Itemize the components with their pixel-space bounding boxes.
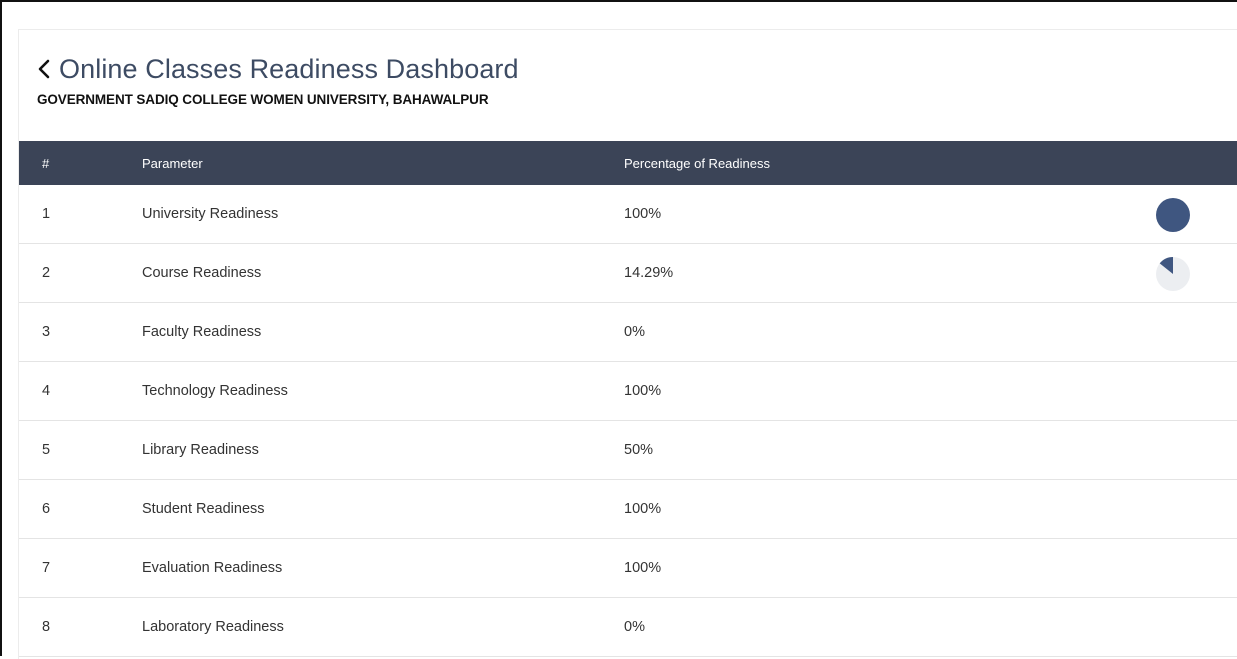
parameter-name: Technology Readiness — [142, 383, 288, 399]
parameter-name: University Readiness — [142, 206, 279, 222]
row-number: 6 — [42, 501, 51, 517]
row-number: 2 — [42, 265, 51, 281]
title-row: Online Classes Readiness Dashboard — [37, 52, 519, 86]
row-number: 3 — [42, 324, 51, 340]
table-row: 4 Technology Readiness 100% — [19, 362, 1237, 421]
readiness-percentage: 100% — [624, 383, 662, 399]
page-title: Online Classes Readiness Dashboard — [59, 53, 519, 84]
column-header-percentage: Percentage of Readiness — [624, 155, 770, 171]
parameter-name: Evaluation Readiness — [142, 560, 283, 576]
parameter-name: Library Readiness — [142, 442, 259, 458]
table-row: 6 Student Readiness 100% — [19, 480, 1237, 539]
table-row: 5 Library Readiness 50% — [19, 421, 1237, 480]
table-row: 2 Course Readiness 14.29% — [19, 244, 1237, 303]
readiness-percentage: 100% — [624, 206, 662, 222]
readiness-pie-chart — [1156, 257, 1190, 291]
readiness-pie-chart — [1156, 198, 1190, 232]
readiness-percentage: 0% — [624, 324, 645, 340]
row-number: 5 — [42, 442, 51, 458]
window-frame: Online Classes Readiness Dashboard GOVER… — [0, 0, 1237, 659]
dashboard-card: Online Classes Readiness Dashboard GOVER… — [18, 29, 1237, 659]
table-row: 7 Evaluation Readiness 100% — [19, 539, 1237, 598]
chevron-left-icon-svg — [38, 59, 50, 79]
parameter-name: Faculty Readiness — [142, 324, 262, 340]
row-number: 7 — [42, 560, 51, 576]
parameter-name: Laboratory Readiness — [142, 619, 284, 635]
table-body: 1 University Readiness 100% 2 Course Readine… — [19, 185, 1237, 657]
row-number: 4 — [42, 383, 51, 399]
readiness-percentage: 14.29% — [624, 265, 674, 281]
readiness-percentage: 0% — [624, 619, 645, 635]
pie-slice — [1156, 198, 1190, 232]
readiness-percentage: 100% — [624, 501, 662, 517]
readiness-table: # Parameter Percentage of Readiness 1 Uni… — [19, 141, 1237, 657]
table-row: 1 University Readiness 100% — [19, 185, 1237, 244]
parameter-name: Student Readiness — [142, 501, 265, 517]
column-header-number: # — [42, 155, 50, 171]
row-number: 1 — [42, 206, 51, 222]
table-row: 3 Faculty Readiness 0% — [19, 303, 1237, 362]
dashboard-header: Online Classes Readiness Dashboard GOVER… — [37, 52, 519, 108]
parameter-name: Course Readiness — [142, 265, 262, 281]
table-row: 8 Laboratory Readiness 0% — [19, 598, 1237, 657]
table-header: # Parameter Percentage of Readiness — [19, 141, 1237, 185]
column-header-parameter: Parameter — [142, 155, 203, 171]
readiness-percentage: 100% — [624, 560, 662, 576]
chevron-left-icon[interactable] — [37, 54, 57, 84]
institution-name: GOVERNMENT SADIQ COLLEGE WOMEN UNIVERSIT… — [37, 92, 489, 107]
readiness-percentage: 50% — [624, 442, 654, 458]
row-number: 8 — [42, 619, 51, 635]
